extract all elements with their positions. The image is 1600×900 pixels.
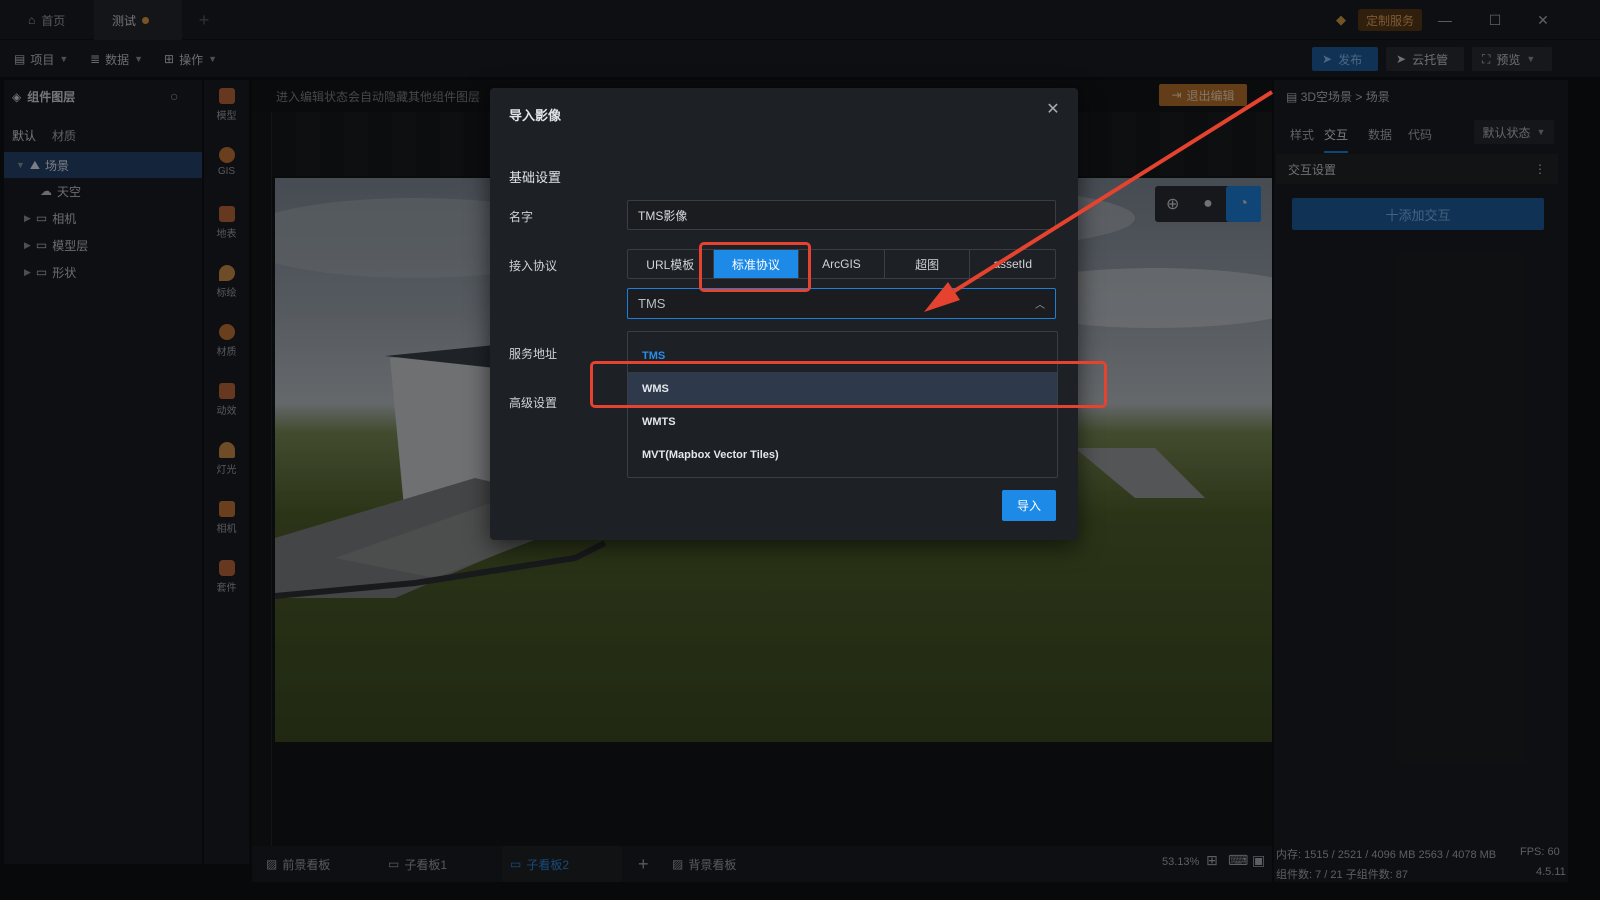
annotation-arrow bbox=[924, 90, 1274, 312]
